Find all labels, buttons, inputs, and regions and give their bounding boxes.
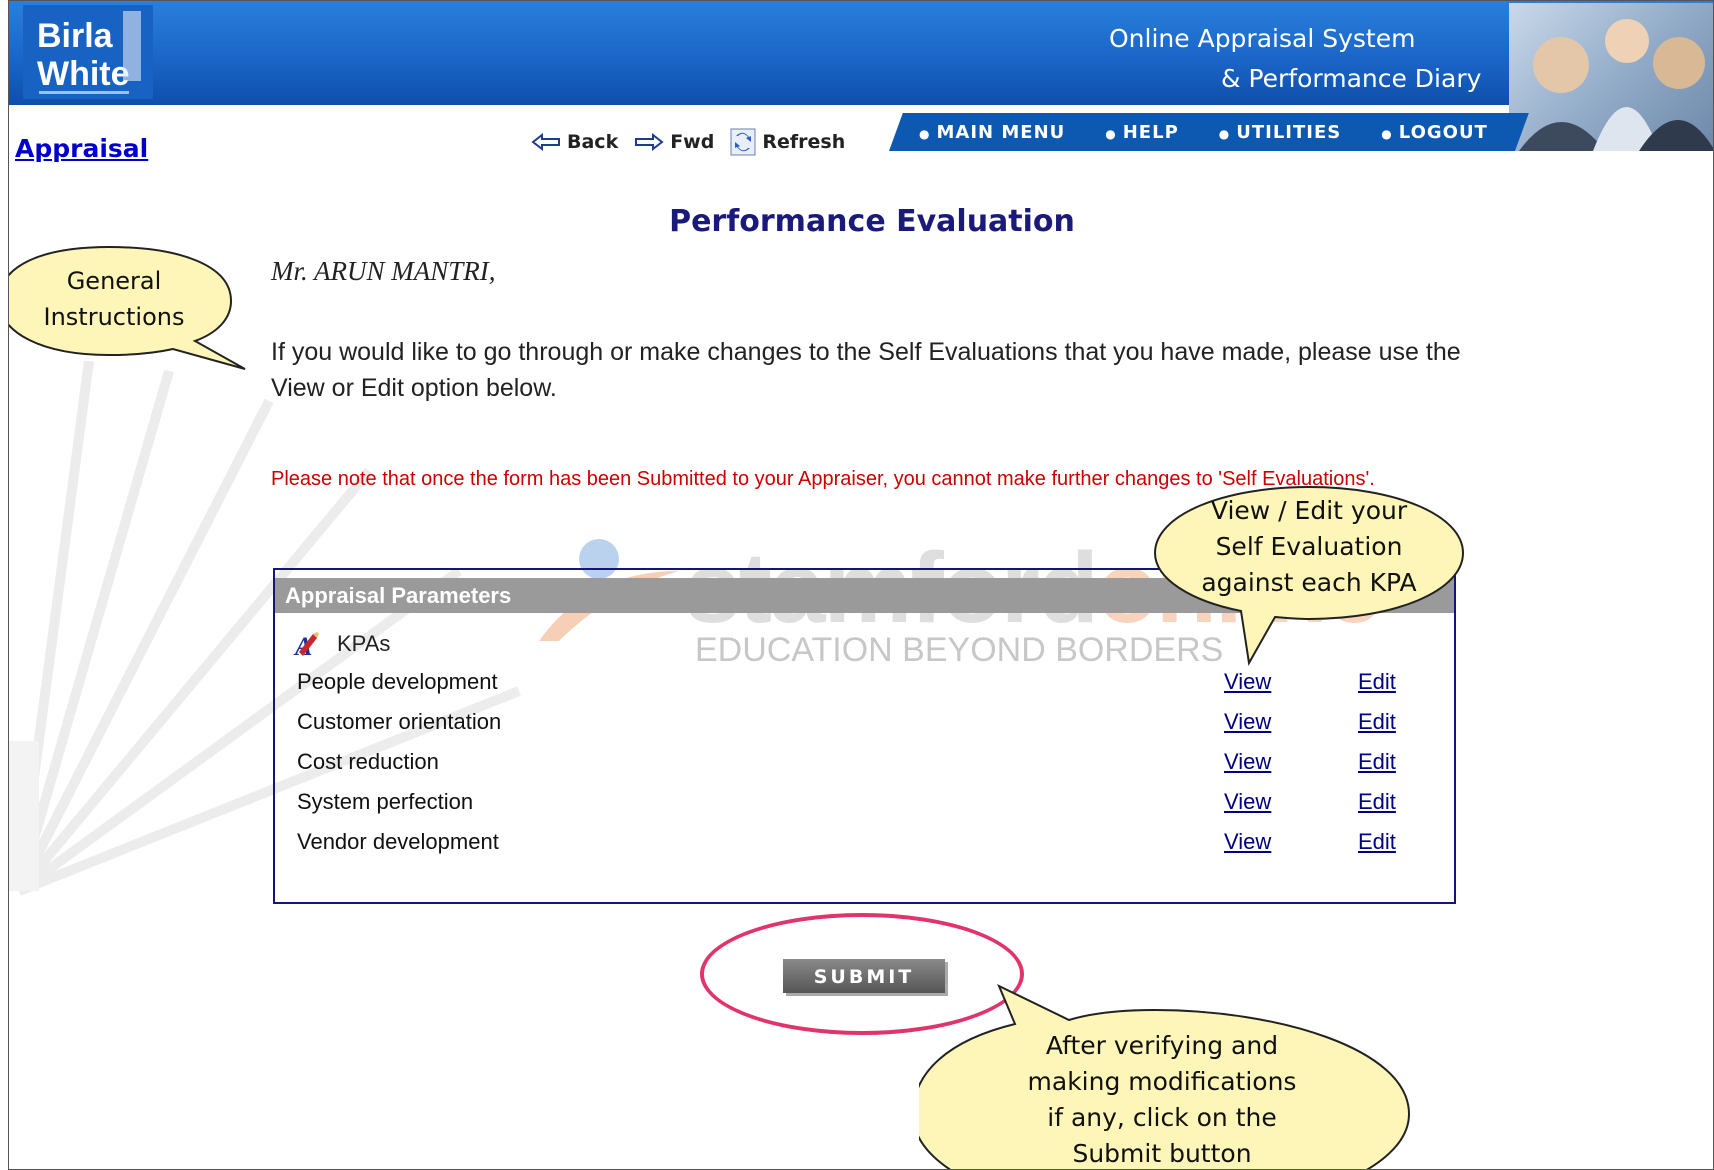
main-menu: ● MAIN MENU ● HELP ● UTILITIES ● LOGOUT: [919, 113, 1528, 151]
appraisal-link[interactable]: Appraisal: [15, 134, 148, 163]
menu-main-menu[interactable]: ● MAIN MENU: [919, 122, 1065, 143]
callout-view-edit: View / Edit your Self Evaluation against…: [1151, 481, 1471, 681]
birla-white-logo[interactable]: Birla White: [23, 5, 153, 99]
view-link[interactable]: View: [1224, 702, 1271, 742]
callout-general-line2: Instructions: [43, 303, 185, 331]
forward-button[interactable]: Fwd: [634, 131, 714, 153]
callout-general-line1: General: [66, 267, 162, 295]
header-bar: Birla White Online Appraisal System & Pe…: [9, 1, 1713, 105]
menu-bullet-icon: ●: [919, 126, 931, 141]
view-link[interactable]: View: [1224, 742, 1271, 782]
callout-submit-line1: After verifying and: [1045, 1031, 1279, 1060]
kpa-label: People development: [297, 669, 498, 694]
refresh-icon: [730, 128, 756, 156]
menu-help[interactable]: ● HELP: [1105, 122, 1179, 143]
menu-bullet-icon: ●: [1218, 126, 1231, 141]
view-link[interactable]: View: [1224, 782, 1271, 822]
edit-link[interactable]: Edit: [1358, 702, 1396, 742]
app-title: Online Appraisal System & Performance Di…: [1109, 19, 1481, 99]
callout-submit: After verifying and making modifications…: [919, 976, 1419, 1169]
user-greeting: Mr. ARUN MANTRI,: [271, 256, 496, 286]
browser-nav: Back Fwd Refresh: [531, 128, 861, 156]
callout-submit-line2: making modifications: [1027, 1067, 1297, 1096]
back-arrow-icon: [531, 133, 560, 151]
kpa-section-heading: A KPAs: [293, 630, 390, 658]
app-window: Birla White Online Appraisal System & Pe…: [8, 0, 1714, 1170]
app-title-line1: Online Appraisal System: [1109, 24, 1416, 53]
page-title: Performance Evaluation: [669, 204, 1075, 239]
app-title-line2: & Performance Diary: [1221, 64, 1482, 93]
menu-bullet-icon: ●: [1381, 126, 1393, 141]
edit-link[interactable]: Edit: [1358, 782, 1396, 822]
kpa-label: Customer orientation: [297, 709, 502, 734]
table-row: Cost reduction View Edit: [275, 742, 1454, 782]
logo-line1: Birla: [37, 17, 114, 55]
callout-submit-line3: if any, click on the: [1047, 1103, 1277, 1132]
forward-arrow-icon: [635, 133, 664, 151]
edit-link[interactable]: Edit: [1358, 822, 1396, 862]
kpa-label: Vendor development: [297, 829, 499, 854]
menu-bullet-icon: ●: [1105, 126, 1117, 141]
table-row: System perfection View Edit: [275, 782, 1454, 822]
kpa-label: System perfection: [297, 789, 474, 814]
kpa-label: Cost reduction: [297, 749, 439, 774]
edit-link[interactable]: Edit: [1358, 742, 1396, 782]
header-photo: [1509, 3, 1713, 151]
callout-general-instructions: General Instructions: [9, 241, 269, 371]
back-button[interactable]: Back: [531, 131, 618, 153]
callout-submit-line4: Submit button: [1072, 1139, 1252, 1168]
callout-view-edit-line2: Self Evaluation: [1215, 532, 1403, 561]
kpa-pencil-icon: A: [293, 632, 319, 658]
table-row: Customer orientation View Edit: [275, 702, 1454, 742]
menu-utilities[interactable]: ● UTILITIES: [1219, 122, 1341, 143]
menu-logout[interactable]: ● LOGOUT: [1381, 122, 1488, 143]
instruction-text: If you would like to go through or make …: [271, 338, 1461, 402]
callout-view-edit-line1: View / Edit your: [1210, 496, 1408, 525]
view-link[interactable]: View: [1224, 822, 1271, 862]
table-row: Vendor development View Edit: [275, 822, 1454, 862]
refresh-button[interactable]: Refresh: [730, 128, 845, 156]
callout-view-edit-line3: against each KPA: [1201, 568, 1417, 597]
logo-line2: White: [37, 55, 130, 93]
